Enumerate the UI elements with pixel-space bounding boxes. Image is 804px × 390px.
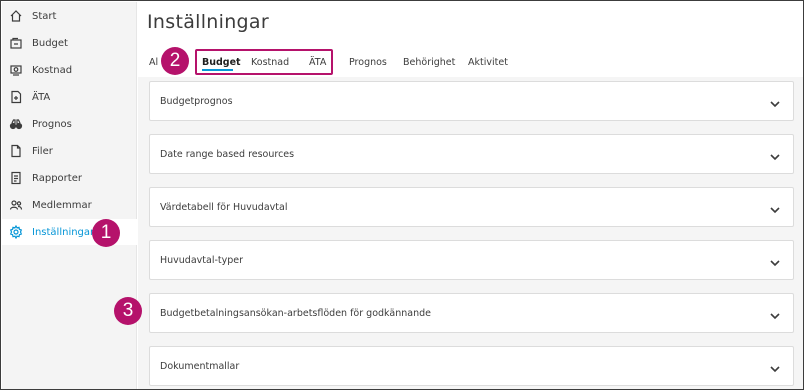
panel-label: Budgetprognos — [160, 95, 233, 107]
panel-label: Date range based resources — [160, 148, 295, 160]
sidebar-item-filer[interactable]: Filer — [2, 138, 137, 164]
tabs-highlight-callout — [195, 49, 333, 75]
panel-date-range-resources[interactable]: Date range based resources — [149, 134, 794, 174]
chevron-down-icon[interactable] — [769, 95, 781, 108]
page-title: Inställningar — [147, 11, 269, 33]
home-icon — [9, 9, 23, 23]
sidebar-item-medlemmar[interactable]: Medlemmar — [2, 192, 137, 218]
sidebar-item-label: Rapporter — [32, 172, 82, 184]
sidebar-item-label: ÄTA — [32, 91, 51, 103]
chevron-down-icon[interactable] — [769, 307, 781, 320]
panel-label: Värdetabell för Huvudavtal — [160, 201, 288, 213]
tab-aktivitet[interactable]: Aktivitet — [468, 57, 508, 68]
chevron-down-icon[interactable] — [769, 360, 781, 373]
change-order-icon — [9, 90, 23, 104]
sidebar-item-start[interactable]: Start — [2, 3, 137, 29]
panel-huvudavtal-typer[interactable]: Huvudavtal-typer — [149, 240, 794, 280]
panel-label: Huvudavtal-typer — [160, 254, 244, 266]
content-area — [138, 77, 803, 389]
app-window: Start Budget Kostnad ÄTA Prognos Filer R… — [0, 0, 804, 390]
members-icon — [9, 198, 23, 212]
file-icon — [9, 144, 23, 158]
panel-budgetbetalning-arbetsfloden[interactable]: Budgetbetalningsansökan-arbetsflöden för… — [149, 293, 794, 333]
step-marker-1: 1 — [92, 219, 120, 247]
cost-icon — [9, 63, 23, 77]
sidebar-item-label: Start — [32, 10, 57, 22]
tab-prognos[interactable]: Prognos — [349, 57, 387, 68]
tab-all[interactable]: Al — [149, 57, 158, 68]
step-marker-3: 3 — [114, 297, 142, 325]
sidebar-item-label: Prognos — [32, 118, 72, 130]
panel-budgetprognos[interactable]: Budgetprognos — [149, 81, 794, 121]
sidebar-item-label: Kostnad — [32, 64, 73, 76]
chevron-down-icon[interactable] — [769, 201, 781, 214]
sidebar-item-label: Filer — [32, 145, 53, 157]
sidebar-item-kostnad[interactable]: Kostnad — [2, 57, 137, 83]
sidebar: Start Budget Kostnad ÄTA Prognos Filer R… — [2, 2, 137, 389]
panel-dokumentmallar[interactable]: Dokumentmallar — [149, 346, 794, 386]
sidebar-item-prognos[interactable]: Prognos — [2, 111, 137, 137]
sidebar-item-label: Budget — [32, 37, 68, 49]
step-marker-2: 2 — [161, 47, 189, 75]
panel-label: Dokumentmallar — [160, 360, 240, 372]
panel-label: Budgetbetalningsansökan-arbetsflöden för… — [160, 307, 431, 319]
report-icon — [9, 171, 23, 185]
binoculars-icon — [9, 117, 23, 131]
tab-behorighet[interactable]: Behörighet — [403, 57, 455, 68]
chevron-down-icon[interactable] — [769, 254, 781, 267]
chevron-down-icon[interactable] — [769, 148, 781, 161]
gear-icon — [9, 225, 23, 239]
budget-icon — [9, 36, 23, 50]
sidebar-item-ata[interactable]: ÄTA — [2, 84, 137, 110]
panel-vardetabell[interactable]: Värdetabell för Huvudavtal — [149, 187, 794, 227]
sidebar-item-budget[interactable]: Budget — [2, 30, 137, 56]
sidebar-item-label: Medlemmar — [32, 199, 92, 211]
sidebar-item-label: Inställningar — [32, 226, 95, 238]
sidebar-item-rapporter[interactable]: Rapporter — [2, 165, 137, 191]
